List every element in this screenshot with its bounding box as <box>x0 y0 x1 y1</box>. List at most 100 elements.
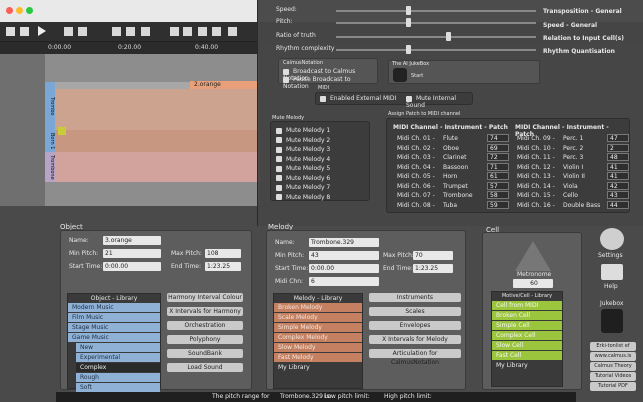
library-item[interactable]: Complex <box>76 363 160 372</box>
library-item[interactable]: New <box>76 343 160 352</box>
midi-channel-field[interactable]: 6 <box>309 277 379 286</box>
library-item[interactable]: Broken Melody <box>274 303 362 312</box>
start-time-field[interactable]: 0:00.00 <box>103 262 161 271</box>
patch-field[interactable]: 69 <box>487 143 509 152</box>
rhythm-slider[interactable] <box>336 45 536 54</box>
patch-field[interactable]: 41 <box>607 162 629 171</box>
mute-melody-checkbox[interactable]: Mute Melody 7 <box>276 184 330 191</box>
slider-knob[interactable] <box>406 45 411 54</box>
patch-field[interactable]: 58 <box>487 191 509 199</box>
patch-field[interactable]: 72 <box>487 153 509 161</box>
track-label[interactable]: Trombone <box>45 152 55 182</box>
mute-melody-checkbox[interactable]: Mute Melody 5 <box>276 165 330 172</box>
track-area[interactable]: 2.orange Trombo Born 1 Trombone <box>0 54 260 206</box>
max-pitch-field[interactable]: 70 <box>413 251 453 260</box>
patch-field[interactable]: 43 <box>607 191 629 199</box>
track-label[interactable]: Born 1 <box>45 130 55 152</box>
patch-field[interactable]: 74 <box>487 134 509 142</box>
sidebar-button[interactable]: Tutorial Videos <box>590 372 636 381</box>
start-time-field[interactable]: 0:00.00 <box>309 264 379 273</box>
slider-knob[interactable] <box>406 18 411 27</box>
metronome-field[interactable]: 60 <box>513 279 553 288</box>
enable-midi-checkbox[interactable]: Enabled External MIDI <box>320 95 396 102</box>
minimize-window-button[interactable] <box>16 7 23 14</box>
duplicate-button[interactable] <box>198 27 207 36</box>
library-item[interactable]: Cell from MIDI <box>492 301 562 310</box>
patch-field[interactable]: 48 <box>607 153 629 161</box>
library-item[interactable]: Experimental <box>76 353 160 362</box>
metronome-icon[interactable] <box>515 241 551 271</box>
copy-button[interactable] <box>170 27 179 36</box>
sidebar-button[interactable]: Tutorial PDF <box>590 382 636 391</box>
edit-tool-button[interactable] <box>126 27 135 36</box>
mute-melody-checkbox[interactable]: Mute Melody 2 <box>276 137 330 144</box>
library-item[interactable]: Fast Melody <box>274 353 362 362</box>
min-pitch-field[interactable]: 21 <box>103 249 161 258</box>
panel-button[interactable]: Articulation for CalmusNotation <box>369 349 461 366</box>
patch-field[interactable]: 71 <box>487 162 509 171</box>
library-item[interactable]: Game Music <box>68 333 160 342</box>
panel-button[interactable]: X Intervals for Melody <box>369 335 461 344</box>
jukebox-icon[interactable] <box>601 309 623 333</box>
zoom-window-button[interactable] <box>26 7 33 14</box>
patch-field[interactable]: 41 <box>607 172 629 180</box>
mute-melody-checkbox[interactable]: Mute Melody 3 <box>276 146 330 153</box>
panel-button[interactable]: Instruments <box>369 293 461 302</box>
slider-knob[interactable] <box>446 32 451 41</box>
timeline-ruler[interactable]: 0:00.00 0:20.00 0:40.00 <box>0 42 260 54</box>
delete-button[interactable] <box>212 27 221 36</box>
patch-field[interactable]: 42 <box>607 181 629 190</box>
patch-field[interactable]: 57 <box>487 181 509 190</box>
object-name-field[interactable]: 3.orange <box>103 236 161 245</box>
max-pitch-field[interactable]: 108 <box>205 249 241 258</box>
sidebar-button[interactable]: Erki-tonlist ef <box>590 342 636 351</box>
panel-button[interactable]: Polyphony <box>167 335 243 344</box>
play-icon[interactable] <box>38 26 46 36</box>
jukebox-icon[interactable] <box>393 68 407 82</box>
library-item[interactable]: Slow Cell <box>492 341 562 350</box>
patch-field[interactable]: 61 <box>487 172 509 180</box>
cell-marker[interactable] <box>58 127 66 135</box>
mute-sound-checkbox[interactable]: Mute Internal Sound <box>406 95 472 109</box>
select-tool-button[interactable] <box>112 27 121 36</box>
library-item[interactable]: Film Music <box>68 313 160 322</box>
stop-button[interactable] <box>64 27 73 36</box>
library-item[interactable]: Scale Melody <box>274 313 362 322</box>
panel-button[interactable]: Load Sound <box>167 363 243 372</box>
panel-button[interactable]: SoundBank <box>167 349 243 358</box>
patch-field[interactable]: 59 <box>487 200 509 209</box>
book-icon[interactable] <box>601 264 623 280</box>
gear-icon[interactable] <box>600 228 624 250</box>
ratio-slider[interactable] <box>336 32 536 41</box>
min-pitch-field[interactable]: 43 <box>309 251 379 260</box>
library-item[interactable]: Simple Cell <box>492 321 562 330</box>
end-time-field[interactable]: 1:23.25 <box>413 264 453 273</box>
library-item[interactable]: Broken Cell <box>492 311 562 320</box>
paste-button[interactable] <box>183 27 192 36</box>
patch-field[interactable]: 47 <box>607 134 629 142</box>
track-label[interactable]: Trombo <box>45 82 55 130</box>
mute-melody-checkbox[interactable]: Mute Melody 4 <box>276 156 330 163</box>
library-item[interactable]: Fast Cell <box>492 351 562 360</box>
library-item[interactable]: Soft <box>76 383 160 392</box>
patch-field[interactable]: 2 <box>607 143 629 152</box>
download-icon[interactable] <box>78 27 87 36</box>
pitch-slider[interactable] <box>336 18 536 27</box>
mute-melody-checkbox[interactable]: Mute Melody 6 <box>276 175 330 182</box>
library-item[interactable]: Simple Melody <box>274 323 362 332</box>
speed-slider[interactable] <box>336 6 536 15</box>
library-item[interactable]: Modern Music <box>68 303 160 312</box>
panel-button[interactable]: X Intervals for Harmony <box>167 307 243 316</box>
library-item[interactable]: Complex Cell <box>492 331 562 340</box>
zoom-button[interactable] <box>228 27 237 36</box>
record-button[interactable] <box>20 27 29 36</box>
panel-button[interactable]: Orchestration <box>167 321 243 330</box>
library-item[interactable]: Slow Melody <box>274 343 362 352</box>
rewind-button[interactable] <box>6 27 15 36</box>
sidebar-button[interactable]: www.calmus.is <box>590 352 636 361</box>
close-window-button[interactable] <box>6 7 13 14</box>
mute-melody-checkbox[interactable]: Mute Melody 1 <box>276 127 330 134</box>
orange-region[interactable] <box>55 89 260 182</box>
slider-knob[interactable] <box>406 6 411 15</box>
panel-button[interactable]: Envelopes <box>369 321 461 330</box>
